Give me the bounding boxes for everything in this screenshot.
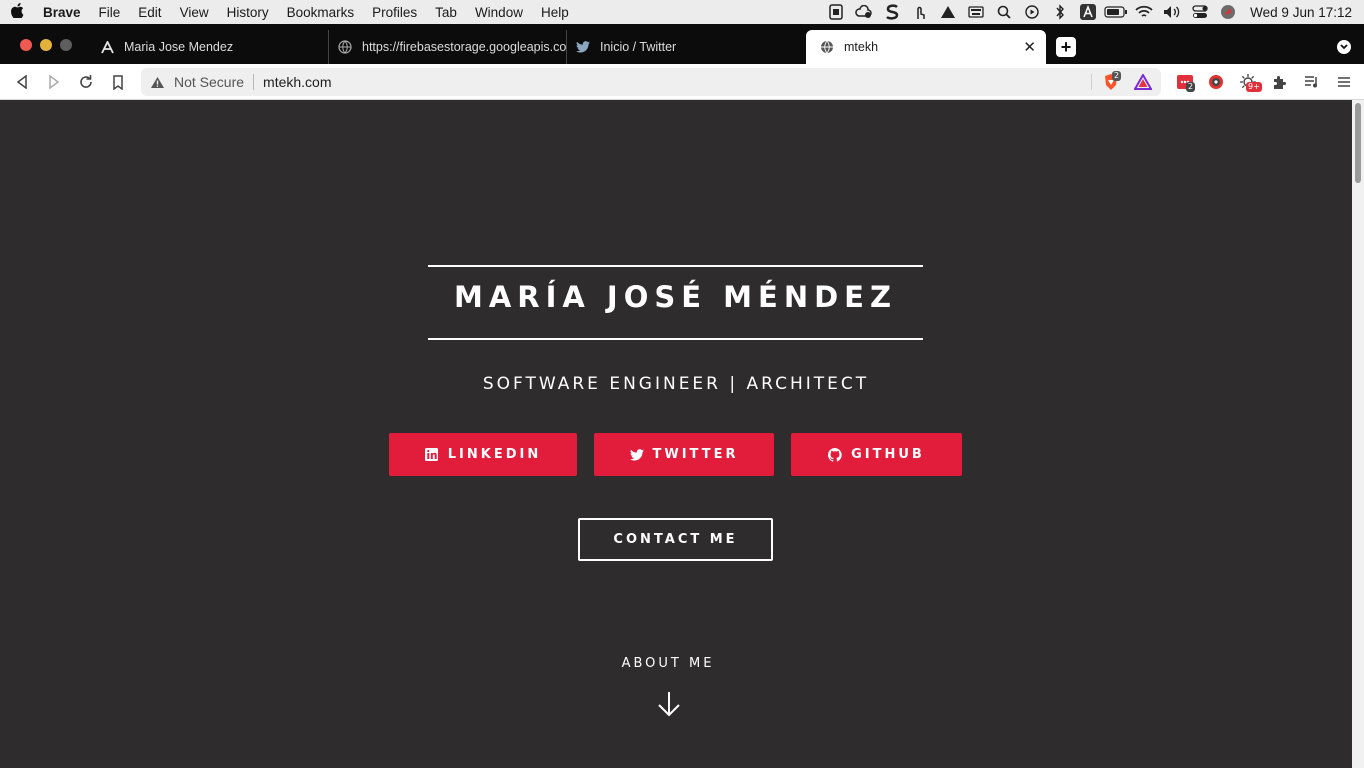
cloud-sync-icon[interactable] xyxy=(850,0,878,24)
about-me-link[interactable]: ABOUT ME xyxy=(568,656,768,671)
menu-app-brave[interactable]: Brave xyxy=(34,5,90,20)
tab-firebasestorage[interactable]: https://firebasestorage.googleapis.com xyxy=(324,30,567,64)
extension-globe-icon[interactable] xyxy=(1206,72,1226,92)
brave-shields-icon[interactable]: 2 xyxy=(1101,71,1122,92)
menu-edit[interactable]: Edit xyxy=(129,5,170,20)
document-icon[interactable] xyxy=(822,0,850,24)
extension-badge: 2 xyxy=(1186,82,1196,92)
extensions-puzzle-icon[interactable] xyxy=(1270,72,1290,92)
status-tray: Wed 9 Jun 17:12 xyxy=(822,0,1364,24)
triangle-icon[interactable] xyxy=(934,0,962,24)
s-logo-icon[interactable] xyxy=(878,0,906,24)
control-center-icon[interactable] xyxy=(1186,0,1214,24)
tab-strip: Maria Jose Mendez https://firebasestorag… xyxy=(0,24,1364,64)
tab-mtekh[interactable]: mtekh ✕ xyxy=(806,30,1046,64)
menu-history[interactable]: History xyxy=(218,5,278,20)
zoom-window-button[interactable] xyxy=(60,39,72,51)
webpage-viewport: MARÍA JOSÉ MÉNDEZ SOFTWARE ENGINEER | AR… xyxy=(0,100,1352,768)
main-menu-icon[interactable] xyxy=(1334,72,1354,92)
tab-label: https://firebasestorage.googleapis.com xyxy=(362,40,566,54)
close-tab-icon[interactable]: ✕ xyxy=(1023,38,1036,56)
tab-label: Inicio / Twitter xyxy=(600,40,677,54)
forward-button[interactable] xyxy=(44,72,64,92)
hero-name: MARÍA JOSÉ MÉNDEZ xyxy=(453,280,898,314)
tab-search-menu-icon[interactable] xyxy=(1337,40,1351,54)
globe-icon xyxy=(338,40,352,54)
user-avatar-icon[interactable] xyxy=(1214,0,1242,24)
bluetooth-icon[interactable] xyxy=(1046,0,1074,24)
linkedin-button[interactable]: LINKEDIN xyxy=(389,433,577,476)
a-logo-icon xyxy=(100,40,114,54)
reload-button[interactable] xyxy=(76,72,96,92)
linkedin-button-label: LINKEDIN xyxy=(447,447,542,462)
menu-view[interactable]: View xyxy=(171,5,218,20)
arrow-down-icon[interactable] xyxy=(656,690,682,718)
window-controls xyxy=(20,39,72,51)
apple-menu-icon[interactable] xyxy=(0,2,34,22)
touch-icon[interactable] xyxy=(906,0,934,24)
page-scrollbar[interactable] xyxy=(1352,100,1364,768)
tab-twitter[interactable]: Inicio / Twitter xyxy=(562,30,805,64)
scrollbar-thumb[interactable] xyxy=(1355,103,1361,183)
browser-toolbar: Not Secure mtekh.com 2 2 9+ xyxy=(0,64,1364,100)
security-status[interactable]: Not Secure xyxy=(174,74,244,90)
menu-help[interactable]: Help xyxy=(532,5,578,20)
globe-icon xyxy=(820,40,834,54)
twitter-icon xyxy=(629,448,644,462)
menubar-clock[interactable]: Wed 9 Jun 17:12 xyxy=(1242,5,1352,20)
title-rule-top xyxy=(428,265,923,267)
twitter-bird-icon xyxy=(576,40,590,54)
twitter-button[interactable]: TWITTER xyxy=(594,433,774,476)
keyboard-icon[interactable] xyxy=(962,0,990,24)
menu-tab[interactable]: Tab xyxy=(426,5,466,20)
twitter-button-label: TWITTER xyxy=(652,447,739,462)
input-source-icon[interactable] xyxy=(1074,0,1102,24)
urlbar-divider xyxy=(253,74,255,90)
tab-label: mtekh xyxy=(844,40,879,54)
play-icon[interactable] xyxy=(1018,0,1046,24)
volume-icon[interactable] xyxy=(1158,0,1186,24)
github-button-label: GITHUB xyxy=(851,447,925,462)
warning-icon[interactable] xyxy=(150,76,166,89)
address-bar[interactable]: Not Secure mtekh.com 2 xyxy=(141,68,1161,96)
brave-rewards-icon[interactable] xyxy=(1133,72,1153,92)
new-tab-button[interactable]: + xyxy=(1056,37,1076,57)
hero-subtitle: SOFTWARE ENGINEER | ARCHITECT xyxy=(482,374,870,394)
macos-menu-bar: Brave File Edit View History Bookmarks P… xyxy=(0,0,1364,24)
extension-red-icon[interactable]: 2 xyxy=(1176,72,1196,92)
menu-file[interactable]: File xyxy=(90,5,130,20)
bookmark-button[interactable] xyxy=(108,72,128,92)
media-playlist-icon[interactable] xyxy=(1302,72,1322,92)
shields-count-badge: 2 xyxy=(1112,71,1122,81)
url-text[interactable]: mtekh.com xyxy=(263,74,331,90)
extension-badge: 9+ xyxy=(1246,82,1262,92)
menu-window[interactable]: Window xyxy=(466,5,532,20)
menu-bookmarks[interactable]: Bookmarks xyxy=(278,5,364,20)
close-window-button[interactable] xyxy=(20,39,32,51)
extension-sun-icon[interactable]: 9+ xyxy=(1238,72,1262,92)
back-button[interactable] xyxy=(12,72,32,92)
tab-label: Maria Jose Mendez xyxy=(124,40,234,54)
title-rule-bottom xyxy=(428,338,923,340)
battery-icon[interactable] xyxy=(1102,0,1130,24)
urlbar-separator xyxy=(1091,74,1092,90)
wifi-icon[interactable] xyxy=(1130,0,1158,24)
spotlight-search-icon[interactable] xyxy=(990,0,1018,24)
tab-maria-jose-mendez[interactable]: Maria Jose Mendez xyxy=(86,30,329,64)
menu-profiles[interactable]: Profiles xyxy=(363,5,426,20)
contact-me-button[interactable]: CONTACT ME xyxy=(578,518,773,561)
linkedin-icon xyxy=(425,448,439,462)
minimize-window-button[interactable] xyxy=(40,39,52,51)
github-button[interactable]: GITHUB xyxy=(791,433,962,476)
github-icon xyxy=(828,447,842,462)
